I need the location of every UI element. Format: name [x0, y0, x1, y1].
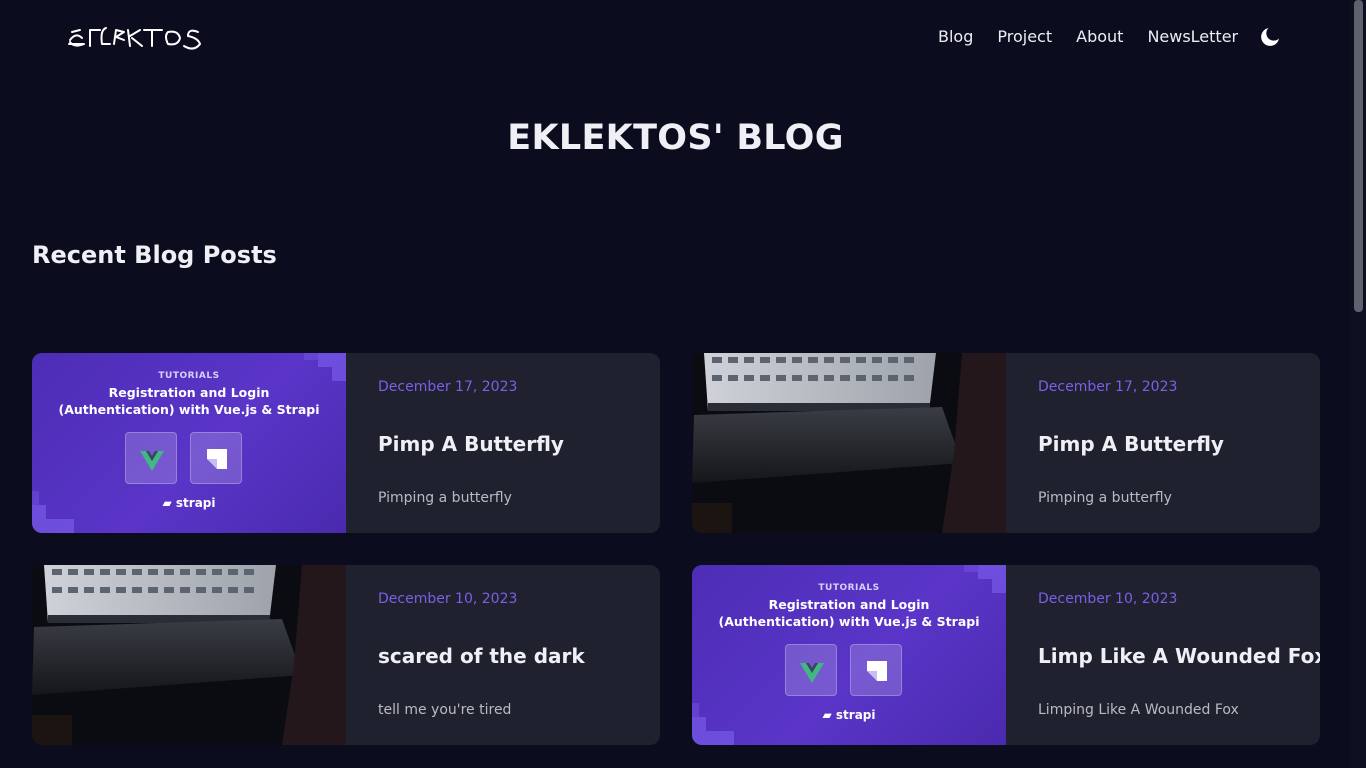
post-date: December 10, 2023 — [1038, 591, 1178, 607]
moon-icon[interactable] — [1258, 25, 1282, 49]
post-title[interactable]: Pimp A Butterfly — [1038, 432, 1224, 456]
main-nav: Blog Project About NewsLetter — [938, 26, 1262, 48]
vue-logo-icon — [125, 432, 177, 484]
section-title: Recent Blog Posts — [32, 241, 277, 269]
post-title[interactable]: Limp Like A Wounded Fox — [1038, 644, 1320, 668]
post-title[interactable]: scared of the dark — [378, 644, 585, 668]
nav-about-link[interactable]: About — [1076, 26, 1123, 48]
site-header: Blog Project About NewsLetter — [0, 0, 1351, 75]
thumbnail-brand: ▰ strapi — [822, 708, 876, 722]
scrollbar-thumb[interactable] — [1354, 0, 1363, 312]
strapi-logo-icon — [190, 432, 242, 484]
post-excerpt: tell me you're tired — [378, 702, 512, 718]
thumbnail-label: TUTORIALS — [158, 371, 220, 381]
thumbnail-title: Registration and Login (Authentication) … — [58, 385, 320, 417]
post-date: December 17, 2023 — [1038, 379, 1178, 395]
blog-post-card[interactable]: December 10, 2023 scared of the dark tel… — [32, 565, 660, 745]
post-excerpt: Limping Like A Wounded Fox — [1038, 702, 1239, 718]
post-date: December 17, 2023 — [378, 379, 518, 395]
blog-post-card[interactable]: December 17, 2023 Pimp A Butterfly Pimpi… — [692, 353, 1320, 533]
strapi-logo-icon — [850, 644, 902, 696]
page-title: EKLEKTOS' BLOG — [507, 118, 844, 158]
site-logo[interactable] — [66, 18, 210, 56]
post-thumbnail — [32, 565, 346, 745]
blog-post-card[interactable]: TUTORIALS Registration and Login (Authen… — [692, 565, 1320, 745]
post-thumbnail — [692, 353, 1006, 533]
nav-project-link[interactable]: Project — [997, 26, 1052, 48]
blog-post-card[interactable]: TUTORIALS Registration and Login (Authen… — [32, 353, 660, 533]
post-thumbnail: TUTORIALS Registration and Login (Authen… — [692, 565, 1006, 745]
thumbnail-title: Registration and Login (Authentication) … — [718, 597, 980, 629]
post-thumbnail: TUTORIALS Registration and Login (Authen… — [32, 353, 346, 533]
nav-blog-link[interactable]: Blog — [938, 26, 973, 48]
post-excerpt: Pimping a butterfly — [1038, 490, 1172, 506]
nav-newsletter-link[interactable]: NewsLetter — [1147, 26, 1238, 48]
thumbnail-brand: ▰ strapi — [162, 496, 216, 510]
post-date: December 10, 2023 — [378, 591, 518, 607]
post-title[interactable]: Pimp A Butterfly — [378, 432, 564, 456]
post-excerpt: Pimping a butterfly — [378, 490, 512, 506]
vue-logo-icon — [785, 644, 837, 696]
page-scrollbar[interactable] — [1351, 0, 1366, 768]
thumbnail-label: TUTORIALS — [818, 583, 880, 593]
